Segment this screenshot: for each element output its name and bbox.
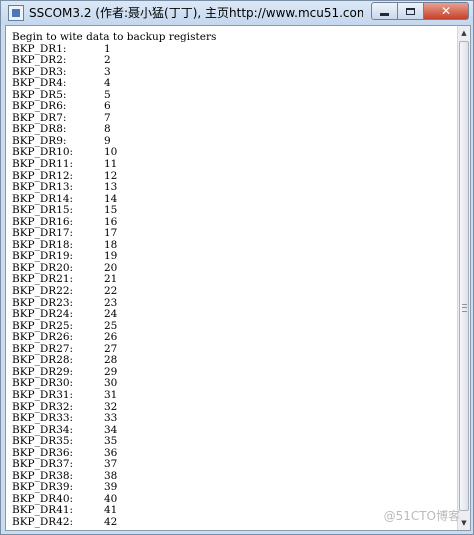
close-icon: ✕	[440, 4, 452, 18]
register-name: BKP_DR24:	[12, 308, 74, 321]
register-value: 42	[104, 515, 118, 528]
terminal-line: BKP_DR32: 32	[12, 401, 458, 414]
terminal-line: BKP_DR4: 4	[12, 78, 458, 90]
register-name: BKP_DR11:	[12, 158, 74, 171]
terminal-line: BKP_DR37: 37	[12, 459, 458, 471]
maximize-button[interactable]	[398, 2, 424, 20]
terminal-line: BKP_DR31: 31	[12, 388, 458, 402]
terminal-line: BKP_DR9: 9	[12, 135, 458, 148]
receive-area[interactable]: Begin to wite data to backup registers B…	[5, 25, 471, 531]
terminal-line: BKP_DR14: 14	[12, 193, 458, 206]
terminal-output[interactable]: Begin to wite data to backup registers B…	[6, 26, 458, 530]
terminal-line: BKP_DR30: 30	[12, 378, 458, 390]
terminal-line: BKP_DR18: 18	[12, 239, 458, 252]
title-bar[interactable]: SSCOM3.2 (作者:聂小猛(丁丁), 主页http://www.mcu51…	[1, 1, 473, 25]
terminal-line: BKP_DR16: 16	[12, 216, 458, 229]
register-name: BKP_DR42:	[12, 515, 74, 528]
register-value: 33	[104, 412, 118, 425]
terminal-line: BKP_DR23: 23	[12, 297, 458, 310]
caption-buttons: ✕	[371, 2, 469, 21]
terminal-line: BKP_DR11: 11	[12, 158, 458, 171]
terminal-line: BKP_DR36: 36	[12, 447, 458, 460]
vertical-scrollbar[interactable]: ▲ ▼	[457, 26, 470, 530]
register-value: 2	[104, 54, 111, 67]
terminal-line: BKP_DR15: 15	[12, 205, 458, 217]
terminal-line: BKP_DR10: 10	[12, 147, 458, 159]
register-value: 31	[104, 388, 118, 401]
terminal-line: BKP_DR28: 28	[12, 355, 458, 367]
terminal-line: BKP_DR2: 2	[12, 55, 458, 67]
terminal-line: BKP_DR38: 38	[12, 470, 458, 483]
terminal-line: BKP_DR12: 12	[12, 170, 458, 183]
terminal-line: BKP_DR17: 17	[12, 228, 458, 240]
register-name: BKP_DR33:	[12, 412, 74, 425]
terminal-line: BKP_DR35: 35	[12, 436, 458, 448]
register-value: 22	[104, 285, 118, 298]
register-name: BKP_DR2:	[12, 54, 67, 67]
register-name: BKP_DR31:	[12, 388, 74, 401]
app-icon[interactable]	[8, 5, 24, 21]
terminal-line: BKP_DR40: 40	[12, 493, 458, 506]
scroll-grip-icon	[462, 304, 467, 312]
terminal-line: BKP_DR7: 7	[12, 112, 458, 125]
terminal-line: BKP_DR3: 3	[12, 66, 458, 79]
terminal-line: BKP_DR6: 6	[12, 101, 458, 113]
register-value: 35	[104, 435, 118, 448]
terminal-header-line: Begin to wite data to backup registers	[12, 31, 217, 43]
terminal-line: BKP_DR22: 22	[12, 285, 458, 298]
minimize-button[interactable]	[371, 2, 398, 20]
terminal-line: BKP_DR33: 33	[12, 412, 458, 425]
register-value: 11	[104, 158, 118, 171]
terminal-line: BKP_DR20: 20	[12, 262, 458, 275]
terminal-line: BKP_DR26: 26	[12, 332, 458, 344]
terminal-line: BKP_DR21: 21	[12, 274, 458, 286]
sscom-window: SSCOM3.2 (作者:聂小猛(丁丁), 主页http://www.mcu51…	[0, 0, 474, 535]
window-title: SSCOM3.2 (作者:聂小猛(丁丁), 主页http://www.mcu51…	[29, 6, 363, 20]
register-list: BKP_DR1: 1 BKP_DR2: 2 BKP_DR3: 3 BKP_DR4: 4 BKP_…	[12, 43, 458, 529]
scroll-thumb[interactable]	[459, 41, 469, 511]
watermark: @51CTO博客	[383, 509, 460, 523]
terminal-line: BKP_DR5: 5	[12, 89, 458, 102]
register-value: 24	[104, 308, 118, 321]
terminal-line: BKP_DR19: 19	[12, 251, 458, 263]
register-name: BKP_DR4:	[12, 77, 67, 90]
close-button[interactable]: ✕	[424, 2, 469, 20]
terminal-line: BKP_DR1: 1	[12, 43, 458, 56]
terminal-line: BKP_DR24: 24	[12, 309, 458, 321]
terminal-line: BKP_DR25: 25	[12, 320, 458, 333]
terminal-line: BKP_DR8: 8	[12, 124, 458, 136]
register-value: 4	[104, 77, 111, 90]
terminal-line: BKP_DR39: 39	[12, 482, 458, 494]
scroll-up-arrow-icon[interactable]: ▲	[458, 26, 470, 40]
register-name: BKP_DR35:	[12, 435, 74, 448]
register-value: 13	[104, 181, 118, 194]
terminal-line: BKP_DR29: 29	[12, 366, 458, 379]
terminal-line: BKP_DR27: 27	[12, 343, 458, 356]
minimize-icon	[380, 12, 389, 16]
terminal-line: BKP_DR13: 13	[12, 182, 458, 194]
terminal-line: BKP_DR34: 34	[12, 424, 458, 437]
register-name: BKP_DR13:	[12, 181, 74, 194]
maximize-icon	[406, 7, 415, 15]
register-name: BKP_DR22:	[12, 285, 74, 298]
